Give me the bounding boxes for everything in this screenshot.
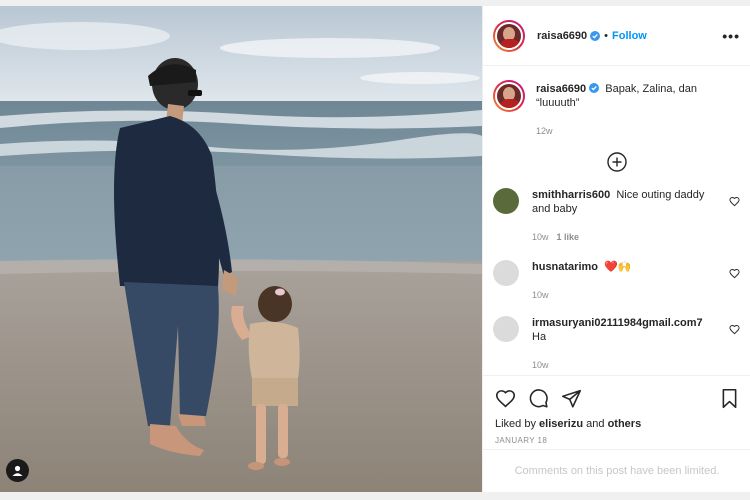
bookmark-icon[interactable]	[720, 388, 739, 409]
comment-time[interactable]: 10w	[532, 360, 549, 370]
author-username[interactable]: raisa6690	[537, 30, 587, 42]
commenter-username[interactable]: irmasuryani02111984gmail.com7	[532, 317, 703, 329]
user-tag-icon[interactable]	[6, 459, 29, 482]
comment-likes[interactable]: 1 like	[557, 232, 580, 242]
comment-text: Ha	[532, 331, 547, 343]
liked-by-prefix: Liked by	[495, 418, 536, 430]
post-photo[interactable]	[0, 6, 482, 492]
comment-item: husnatarimo ❤️🙌 10w	[483, 260, 750, 302]
post-header: raisa6690 • Follow •••	[483, 6, 750, 66]
post-side-panel: raisa6690 • Follow ••• raisa6690 Bapak, …	[482, 6, 750, 492]
separator-dot: •	[604, 29, 609, 42]
post-date[interactable]: JANUARY 18	[495, 436, 739, 445]
comment-time[interactable]: 10w	[532, 232, 549, 242]
liked-by-and: and	[586, 418, 605, 430]
comment-icon[interactable]	[528, 388, 549, 409]
load-more-comments[interactable]	[483, 152, 750, 172]
caption-time[interactable]: 12w	[536, 124, 740, 138]
plus-circle-icon[interactable]	[606, 152, 627, 172]
comment-item: irmasuryani02111984gmail.com7 Ha 10w	[483, 316, 750, 372]
comments-limited-notice: Comments on this post have been limited.	[483, 449, 750, 492]
author-avatar[interactable]	[493, 19, 525, 52]
follow-button[interactable]: Follow	[612, 30, 647, 42]
comment-like-heart-icon[interactable]	[729, 196, 740, 207]
heart-icon[interactable]	[495, 388, 516, 409]
comment-time[interactable]: 10w	[532, 290, 549, 300]
liked-by-others[interactable]: others	[608, 418, 642, 430]
liked-by: Liked by eliserizu and others	[495, 418, 739, 430]
commenter-avatar[interactable]	[493, 316, 519, 342]
verified-badge-icon	[590, 30, 601, 41]
commenter-avatar[interactable]	[493, 188, 519, 214]
beach-photo-image	[0, 6, 482, 492]
comment-like-heart-icon[interactable]	[729, 324, 740, 335]
commenter-username[interactable]: smithharris600	[532, 189, 610, 201]
liked-by-user[interactable]: eliserizu	[539, 418, 583, 430]
more-options-icon[interactable]: •••	[722, 28, 740, 44]
comment-item: smithharris600 Nice outing daddy and bab…	[483, 188, 750, 244]
comment-like-heart-icon[interactable]	[729, 268, 740, 279]
commenter-avatar[interactable]	[493, 260, 519, 286]
caption-username[interactable]: raisa6690	[536, 83, 586, 95]
commenter-username[interactable]: husnatarimo	[532, 261, 598, 273]
caption: raisa6690 Bapak, Zalina, dan “luuuuth” 1…	[483, 66, 750, 138]
verified-badge-icon	[589, 83, 600, 93]
comment-text: ❤️🙌	[604, 261, 632, 273]
send-icon[interactable]	[561, 388, 582, 409]
caption-avatar[interactable]	[493, 80, 525, 112]
post-actions: Liked by eliserizu and others JANUARY 18	[483, 375, 750, 449]
